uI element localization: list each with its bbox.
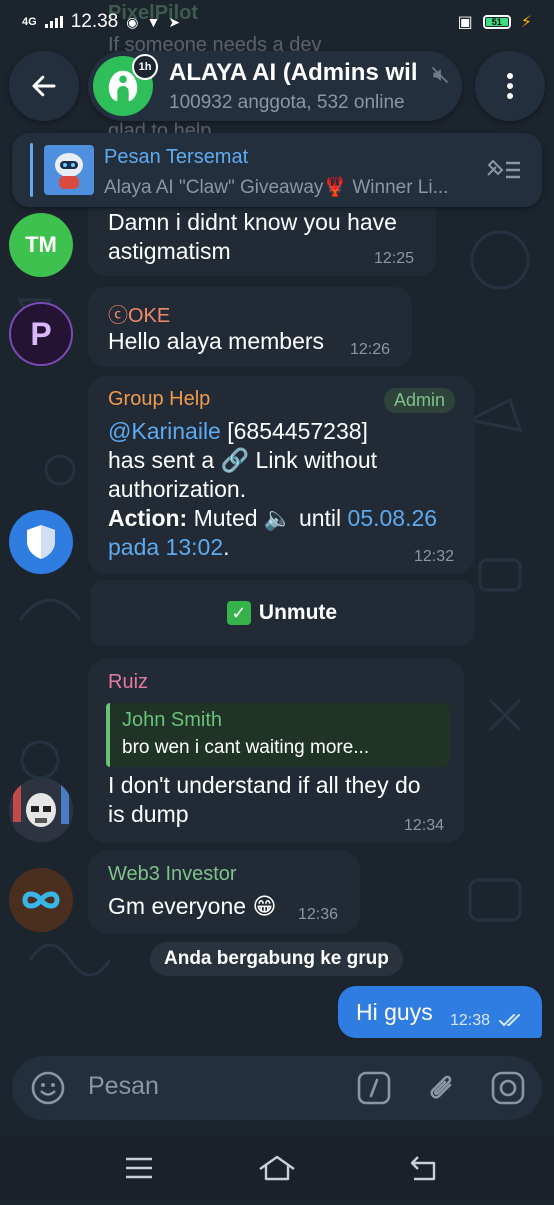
date-link[interactable]: 05.08.26 [348,505,438,531]
pinned-thumbnail [44,145,94,195]
outgoing-message-bubble[interactable]: Hi guys 12:38 [338,986,542,1038]
message-text: @Karinaile [6854457238] [108,417,368,446]
unpin-list-icon[interactable] [484,155,524,185]
battery-icon: 51 [482,15,511,29]
check-icon: ✓ [226,601,251,625]
slash-command-icon[interactable] [356,1070,392,1106]
shield-icon [27,525,55,559]
message-text: pada 13:02. [108,534,230,560]
stormtrooper-avatar-icon [9,778,73,842]
message-text: authorization. [108,476,247,502]
wifi-icon: ▼ [146,14,161,30]
system-navigation-bar [0,1136,554,1200]
avatar[interactable] [9,778,73,842]
message-text: I don't understand if all they do [108,772,421,798]
home-icon [259,1155,295,1181]
sender-name[interactable]: ⓒOKE [108,299,170,328]
message-composer[interactable]: Pesan [12,1056,542,1120]
reply-quote[interactable]: John Smith bro wen i cant waiting more..… [106,703,450,767]
pinned-message-bar[interactable]: Pesan Tersemat Alaya AI "Claw" Giveaway🦞… [12,133,542,207]
back-nav-button[interactable] [398,1150,448,1186]
message-text: Damn i didnt know you have [108,209,397,235]
auto-delete-badge: 1h [132,54,158,80]
camera-icon[interactable] [490,1070,526,1106]
message-text: has sent a 🔗 Link without [108,447,378,473]
user-id: [6854457238] [227,418,368,444]
more-vertical-icon [507,73,513,99]
mention-link[interactable]: @Karinaile [108,418,221,444]
message-text: Action: Muted 🔈 until 05.08.26 [108,504,437,533]
back-arrow-icon [32,75,56,97]
charging-icon: ⚡ [520,14,532,31]
message-time: 12:25 [374,250,415,267]
chat-header[interactable]: 1h ALAYA AI (Admins wil 100932 anggota, … [88,51,462,121]
message-text: Hi guys [356,999,433,1025]
message-bubble[interactable]: Damn i didnt know you have astigmatism 1… [88,208,436,276]
back-nav-icon [410,1156,436,1181]
message-text: Hello alaya members [108,328,325,354]
reply-sender: John Smith [122,709,223,731]
attach-icon[interactable] [422,1069,460,1107]
pinned-label: Pesan Tersemat [104,146,249,168]
mute-icon [431,66,449,84]
infinity-avatar-icon [9,868,73,932]
pin-indicator [30,143,33,197]
sender-name[interactable]: Group Help [108,388,210,411]
message-time: 12:34 [404,817,445,834]
sender-name[interactable]: Ruiz [108,671,148,694]
avatar[interactable]: P [9,302,73,366]
telegram-icon: ➤ [168,13,181,30]
message-time: 12:36 [298,906,339,923]
message-text: astigmatism [108,238,231,264]
message-text: is dump [108,801,189,827]
message-bubble[interactable]: ⓒOKE Hello alaya members 12:26 [88,287,412,367]
time-link[interactable]: pada 13:02 [108,534,223,560]
avatar[interactable]: TM [9,213,73,277]
message-input[interactable]: Pesan [88,1072,159,1101]
vibrate-icon: ▣ [457,14,473,31]
status-bar: 4G 12.38 ◉ ▼ ➤ ▣ 51 ⚡ [0,0,554,44]
message-text: Gm everyone 😁 [108,893,277,919]
message-bubble[interactable]: Web3 Investor Gm everyone 😁 12:36 [88,851,360,933]
service-message: Anda bergabung ke grup [150,942,403,976]
network-type: 4G [22,16,37,28]
reply-text: bro wen i cant waiting more... [122,737,370,758]
oke-logo-icon: P [30,315,52,352]
message-bubble[interactable]: Group Help Admin @Karinaile [6854457238]… [88,376,474,574]
avatar[interactable] [9,868,73,932]
menu-icon [126,1157,152,1179]
admin-badge: Admin [384,388,456,413]
message-time: 12:32 [414,548,455,565]
menu-button[interactable] [114,1150,164,1186]
gamepad-icon: ◉ [126,13,139,30]
signal-icon [44,16,63,28]
sender-name[interactable]: Web3 Investor [108,863,237,886]
action-label: Action: [108,505,188,531]
member-count: 100932 anggota, 532 online [169,92,405,113]
message-time: 12:38 [450,1012,491,1029]
unmute-button[interactable]: ✓ Unmute [90,580,474,646]
avatar-initials: TM [25,232,57,257]
back-button[interactable] [9,51,79,121]
more-options-button[interactable] [475,51,545,121]
clock: 12.38 [70,11,119,32]
unmute-label: Unmute [258,601,338,624]
emoji-icon[interactable] [30,1070,66,1106]
pinned-preview: Alaya AI "Claw" Giveaway🦞 Winner Li... [104,177,449,198]
group-title: ALAYA AI (Admins wil [169,59,418,86]
action-text: Muted 🔈 until [193,505,342,531]
avatar[interactable] [9,510,73,574]
home-button[interactable] [252,1150,302,1186]
double-check-icon [499,1014,520,1027]
message-time: 12:26 [350,341,391,358]
reply-indicator [106,703,110,767]
